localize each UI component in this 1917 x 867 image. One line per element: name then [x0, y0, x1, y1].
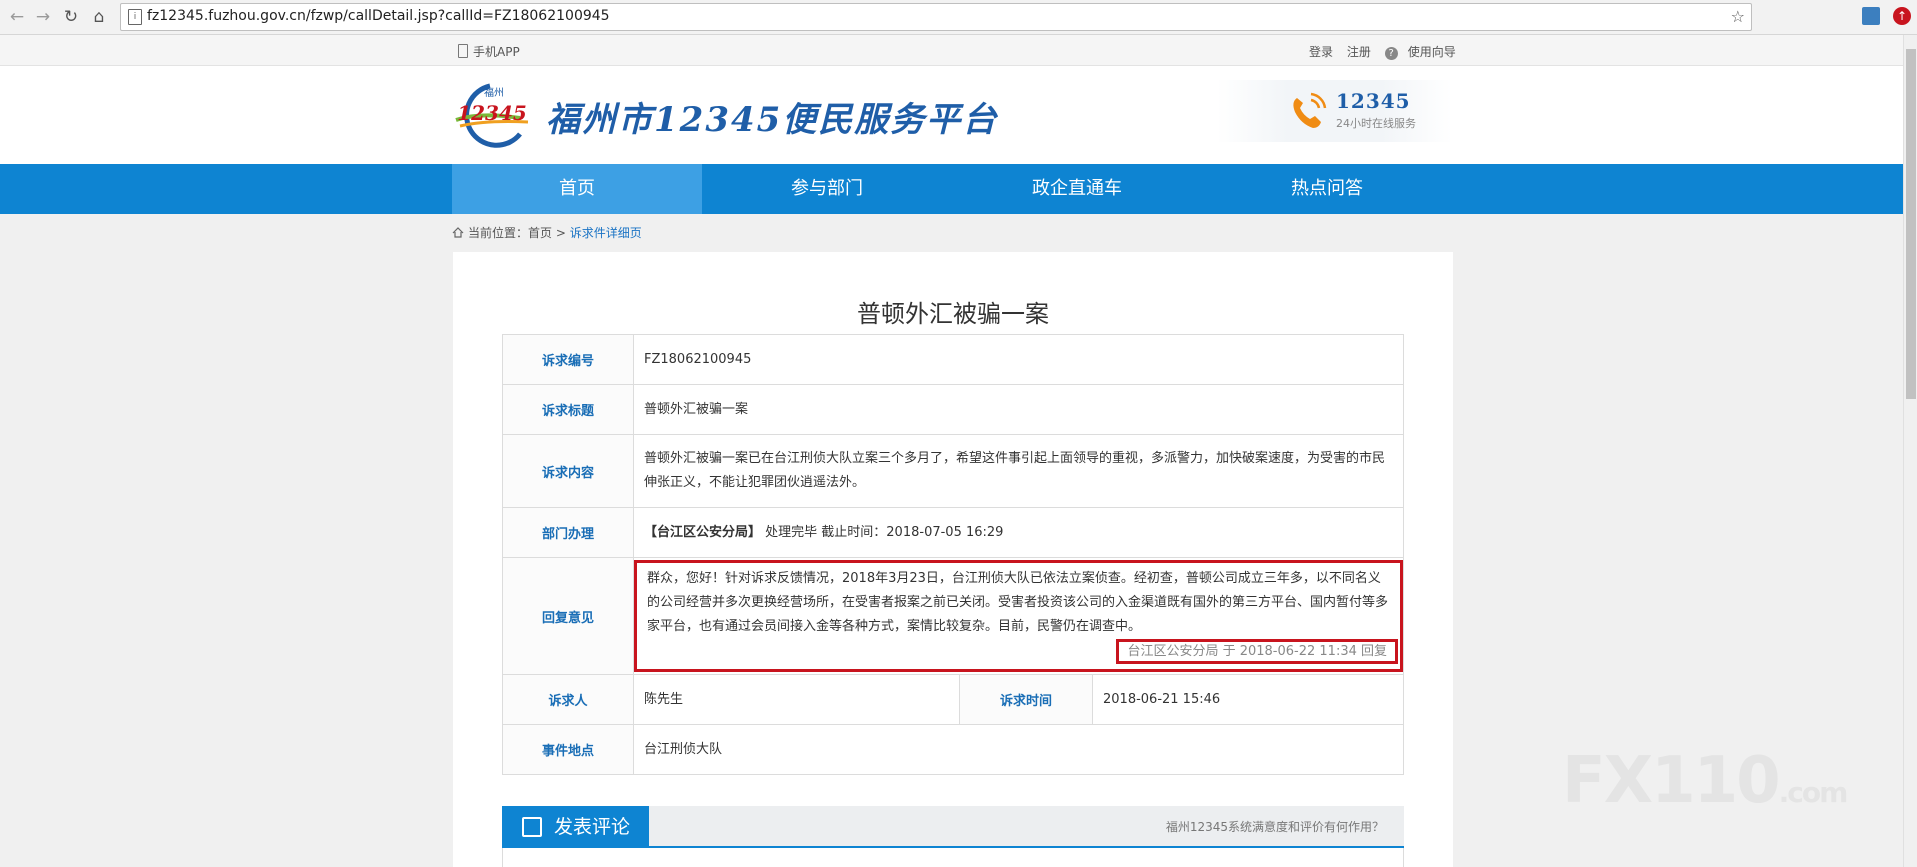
extension-red-icon[interactable]: ↑ — [1893, 7, 1911, 25]
comment-tab-label: 发表评论 — [554, 816, 631, 838]
label-reply: 回复意见 — [502, 557, 634, 675]
help-icon: ? — [1384, 47, 1398, 60]
nav-item-home[interactable]: 首页 — [452, 164, 702, 214]
mobile-app-link[interactable]: 手机APP — [458, 43, 520, 60]
breadcrumb-current: 诉求件详细页 — [569, 226, 642, 240]
value-dept: 【台江区公安分局】 处理完毕 截止时间：2018-07-05 16:29 — [633, 507, 1404, 558]
mobile-phone-icon — [458, 44, 468, 58]
reload-icon[interactable]: ↻ — [60, 6, 82, 28]
home-icon[interactable]: ⌂ — [88, 6, 110, 28]
value-reply-cell: 群众，您好！针对诉求反馈情况，2018年3月23日，台江刑侦大队已依法立案侦查。… — [633, 557, 1404, 675]
value-content: 普顿外汇被骗一案已在台江刑侦大队立案三个多月了，希望这件事引起上面领导的重视，多… — [633, 434, 1404, 508]
scrollbar-thumb[interactable] — [1906, 49, 1916, 399]
label-dept: 部门办理 — [502, 507, 634, 558]
label-time: 诉求时间 — [959, 674, 1093, 725]
address-bar[interactable]: i fz12345.fuzhou.gov.cn/fzwp/callDetail.… — [120, 3, 1752, 31]
main-nav: 首页 参与部门 政企直通车 热点问答 — [0, 164, 1903, 214]
detail-panel: 普顿外汇被骗一案 诉求编号 FZ18062100945 诉求标题 普顿外汇被骗一… — [453, 252, 1453, 867]
label-subject: 诉求标题 — [502, 384, 634, 435]
breadcrumb-separator: > — [555, 226, 566, 240]
table-row: 诉求编号 FZ18062100945 — [502, 334, 1404, 385]
site-header: 福州 12345 福州市12345便民服务平台 12345 24小时在线服务 — [0, 66, 1903, 164]
hotline-subtitle: 24小时在线服务 — [1336, 117, 1416, 130]
utility-bar: 手机APP 登录 注册 ? 使用向导 — [0, 35, 1903, 66]
register-link[interactable]: 注册 — [1347, 45, 1371, 59]
watermark-main: FX110 — [1562, 744, 1781, 818]
table-row: 部门办理 【台江区公安分局】 处理完毕 截止时间：2018-07-05 16:2… — [502, 507, 1404, 558]
back-icon[interactable]: ← — [6, 6, 28, 28]
login-link[interactable]: 登录 — [1309, 45, 1333, 59]
dept-status: 处理完毕 截止时间：2018-07-05 16:29 — [765, 524, 1004, 540]
guide-link[interactable]: ? 使用向导 — [1384, 45, 1466, 60]
table-row: 回复意见 群众，您好！针对诉求反馈情况，2018年3月23日，台江刑侦大队已依法… — [502, 557, 1404, 675]
comment-area[interactable] — [502, 848, 1404, 867]
site-logo[interactable]: 福州 12345 — [450, 82, 534, 150]
reply-signature-row: 台江区公安分局 于 2018-06-22 11:34 回复 — [647, 639, 1398, 665]
label-location: 事件地点 — [502, 724, 634, 775]
value-time: 2018-06-21 15:46 — [1092, 674, 1404, 725]
page-title: 普顿外汇被骗一案 — [857, 300, 1049, 328]
reply-signature: 台江区公安分局 于 2018-06-22 11:34 回复 — [1116, 639, 1398, 664]
phone-icon — [1293, 92, 1327, 128]
reply-text: 群众，您好！针对诉求反馈情况，2018年3月23日，台江刑侦大队已依法立案侦查。… — [647, 571, 1389, 634]
site-name: 福州市12345便民服务平台 — [546, 100, 999, 140]
extension-icon[interactable] — [1862, 7, 1880, 25]
hotline-banner: 12345 24小时在线服务 — [1217, 80, 1452, 142]
bookmark-star-icon[interactable]: ☆ — [1731, 7, 1745, 26]
dept-name: 【台江区公安分局】 — [644, 524, 762, 540]
breadcrumb-prefix[interactable]: 当前位置：首页 — [468, 226, 552, 240]
table-row: 事件地点 台江刑侦大队 — [502, 724, 1404, 775]
satisfaction-help-link[interactable]: 福州12345系统满意度和评价有何作用？ — [1166, 818, 1384, 835]
hotline-number: 12345 — [1336, 89, 1411, 113]
label-person: 诉求人 — [502, 674, 634, 725]
table-row: 诉求内容 普顿外汇被骗一案已在台江刑侦大队立案三个多月了，希望这件事引起上面领导… — [502, 434, 1404, 508]
logo-number: 12345 — [457, 101, 527, 125]
edit-icon — [522, 817, 542, 837]
table-row: 诉求标题 普顿外汇被骗一案 — [502, 384, 1404, 435]
value-id: FZ18062100945 — [633, 334, 1404, 385]
browser-toolbar: ← → ↻ ⌂ i fz12345.fuzhou.gov.cn/fzwp/cal… — [0, 0, 1917, 35]
page-info-icon[interactable]: i — [128, 9, 142, 25]
url-text[interactable]: fz12345.fuzhou.gov.cn/fzwp/callDetail.js… — [147, 8, 610, 24]
nav-item-faq[interactable]: 热点问答 — [1202, 164, 1452, 214]
page-scrollbar[interactable] — [1903, 35, 1917, 867]
watermark-suffix: .com — [1778, 776, 1849, 809]
table-row: 诉求人 陈先生 诉求时间 2018-06-21 15:46 — [502, 674, 1404, 725]
value-location: 台江刑侦大队 — [633, 724, 1404, 775]
label-id: 诉求编号 — [502, 334, 634, 385]
comment-tab[interactable]: 发表评论 — [502, 806, 649, 848]
value-person: 陈先生 — [633, 674, 960, 725]
value-subject: 普顿外汇被骗一案 — [633, 384, 1404, 435]
mobile-app-label: 手机APP — [473, 45, 520, 59]
guide-label: 使用向导 — [1407, 45, 1456, 59]
watermark: FX110.com — [1562, 744, 1849, 818]
comment-header: 发表评论 福州12345系统满意度和评价有何作用？ — [502, 806, 1404, 848]
nav-item-enterprise[interactable]: 政企直通车 — [952, 164, 1202, 214]
reply-highlight-box: 群众，您好！针对诉求反馈情况，2018年3月23日，台江刑侦大队已依法立案侦查。… — [634, 560, 1403, 672]
home-icon — [452, 227, 464, 238]
logo-city: 福州 — [484, 86, 504, 99]
breadcrumb: 当前位置：首页 > 诉求件详细页 — [452, 224, 642, 241]
nav-item-departments[interactable]: 参与部门 — [702, 164, 952, 214]
detail-table: 诉求编号 FZ18062100945 诉求标题 普顿外汇被骗一案 诉求内容 普顿… — [502, 334, 1404, 775]
label-content: 诉求内容 — [502, 434, 634, 508]
forward-icon[interactable]: → — [32, 6, 54, 28]
